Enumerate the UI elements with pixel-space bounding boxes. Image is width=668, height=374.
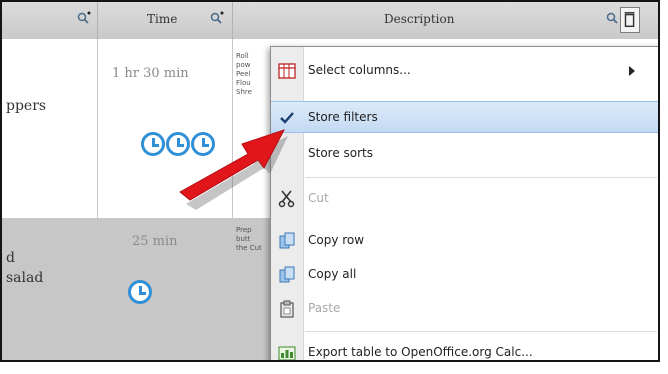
time-column-label: Time bbox=[147, 12, 178, 26]
menu-item-export-openoffice[interactable]: Export table to OpenOffice.org Calc... bbox=[271, 337, 658, 360]
menu-item-label: Paste bbox=[308, 301, 341, 315]
table-header: Time Description bbox=[2, 2, 658, 40]
copy-icon bbox=[279, 232, 295, 249]
copy-icon bbox=[279, 266, 295, 283]
app-window: Time Description ppers 1 hr 30 min Roll … bbox=[0, 0, 660, 362]
menu-item-label: Copy row bbox=[308, 233, 365, 247]
description-column-label: Description bbox=[384, 12, 455, 26]
menu-separator bbox=[305, 331, 657, 332]
menu-item-label: Store sorts bbox=[308, 146, 374, 160]
column-menu-button[interactable] bbox=[620, 7, 640, 33]
spreadsheet-icon bbox=[278, 346, 296, 360]
menu-item-label: Copy all bbox=[308, 267, 357, 281]
trash-icon bbox=[624, 12, 635, 28]
menu-item-label: Select columns... bbox=[308, 63, 411, 77]
recipe-name: salad bbox=[6, 270, 44, 286]
menu-item-label: Store filters bbox=[308, 110, 378, 124]
filter-icon[interactable] bbox=[209, 10, 225, 26]
recipe-description: Prep butt the Cut bbox=[236, 226, 262, 252]
menu-item-store-filters[interactable]: Store filters bbox=[271, 101, 658, 133]
clipboard-icon bbox=[280, 300, 294, 318]
header-name-column[interactable] bbox=[2, 2, 98, 39]
column-divider bbox=[97, 39, 98, 360]
submenu-arrow-icon bbox=[629, 66, 635, 76]
context-menu: Select columns... Store filters Store so… bbox=[270, 46, 658, 360]
annotation-arrow-icon bbox=[179, 129, 288, 210]
menu-separator bbox=[305, 177, 657, 178]
clock-icon bbox=[141, 132, 165, 156]
recipe-time: 1 hr 30 min bbox=[112, 66, 189, 81]
menu-item-label: Export table to OpenOffice.org Calc... bbox=[308, 345, 533, 359]
recipe-description: Roll pow Peel Flou Shre bbox=[236, 52, 252, 96]
menu-item-paste[interactable]: Paste bbox=[271, 293, 658, 325]
menu-item-copy-all[interactable]: Copy all bbox=[271, 259, 658, 291]
recipe-name: ppers bbox=[6, 98, 47, 114]
recipe-time: 25 min bbox=[132, 234, 178, 249]
filter-icon[interactable] bbox=[605, 10, 621, 26]
menu-item-cut[interactable]: Cut bbox=[271, 183, 658, 215]
menu-item-store-sorts[interactable]: Store sorts bbox=[271, 138, 658, 170]
filter-icon[interactable] bbox=[76, 10, 92, 26]
menu-item-select-columns[interactable]: Select columns... bbox=[271, 55, 658, 87]
menu-item-copy-row[interactable]: Copy row bbox=[271, 225, 658, 257]
table-columns-icon bbox=[278, 63, 296, 79]
header-time-column[interactable]: Time bbox=[97, 2, 233, 39]
recipe-name: d bbox=[6, 250, 15, 266]
header-description-column[interactable]: Description bbox=[232, 2, 658, 39]
clock-icon bbox=[128, 280, 152, 304]
